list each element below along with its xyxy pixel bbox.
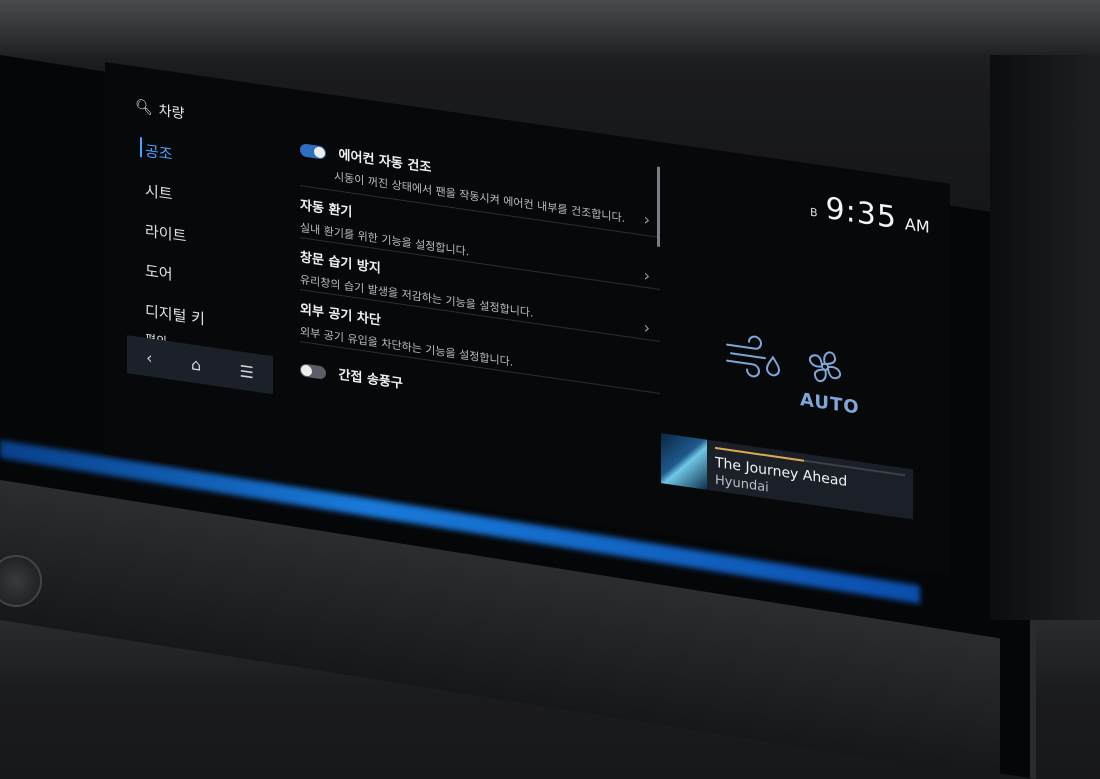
search-icon: 🔍︎ <box>135 98 153 117</box>
media-widget[interactable]: The Journey Ahead Hyundai <box>661 433 913 520</box>
wind-line-icon <box>726 359 760 378</box>
settings-list: 에어컨 자동 건조 시동이 꺼진 상태에서 팬을 작동시켜 에어컨 내부를 건조… <box>290 89 670 504</box>
dashboard-top <box>0 0 1100 60</box>
toggle-switch[interactable] <box>300 363 326 380</box>
chevron-right-icon: › <box>643 209 650 230</box>
sidebar-item-climate[interactable]: 공조 <box>145 140 173 165</box>
climate-auto-widget[interactable]: AUTO <box>725 326 865 426</box>
fan-icon <box>808 351 842 383</box>
sidebar-item-seat[interactable]: 시트 <box>145 180 173 205</box>
bluetooth-icon: B <box>810 205 818 220</box>
sidebar-item-door[interactable]: 도어 <box>145 260 173 285</box>
wind-line-icon <box>726 335 762 350</box>
chevron-right-icon: › <box>643 265 650 286</box>
bottom-navbar: ‹ ⌂ ☰ <box>127 335 273 395</box>
dashboard-side-panel <box>990 55 1100 620</box>
sidebar-item-light[interactable]: 라이트 <box>145 220 186 247</box>
search-button[interactable]: 🔍︎ 차량 <box>135 96 185 123</box>
toggle-switch[interactable] <box>300 143 326 160</box>
search-label: 차량 <box>158 102 185 123</box>
home-button[interactable]: ⌂ <box>191 354 201 374</box>
chevron-right-icon: › <box>643 317 650 338</box>
active-indicator <box>140 137 142 158</box>
setting-title: 간접 송풍구 <box>338 367 403 392</box>
clock-time: 9:35 <box>825 190 897 237</box>
wind-line-icon <box>730 352 766 360</box>
fan-airflow-icon <box>726 335 842 383</box>
status-bar: B 9:35 AM <box>810 189 930 241</box>
back-button[interactable]: ‹ <box>146 347 152 367</box>
scrollbar[interactable] <box>657 166 660 247</box>
menu-button[interactable]: ☰ <box>239 361 253 382</box>
droplet-icon <box>765 355 781 377</box>
clock-ampm: AM <box>904 214 930 237</box>
sidebar-item-digital-key[interactable]: 디지털 키 <box>145 300 205 330</box>
album-art <box>661 433 707 490</box>
